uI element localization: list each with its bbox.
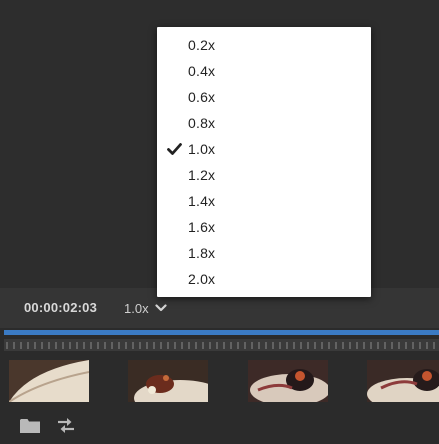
chevron-down-icon — [154, 304, 167, 312]
speed-option-2.0x[interactable]: 2.0x — [157, 266, 371, 292]
speed-option-label: 1.8x — [188, 245, 216, 261]
checkmark-icon — [167, 142, 182, 160]
speed-option-0.8x[interactable]: 0.8x — [157, 110, 371, 136]
timeline-thumbnail[interactable] — [9, 360, 89, 402]
playback-speed-label: 1.0x — [124, 300, 149, 316]
playback-speed-dropdown[interactable]: 1.0x — [124, 299, 167, 317]
video-editor-panel: 00:00:02:03 1.0x 0.2x 0.4x 0.6x 0.8x 1.0… — [0, 0, 439, 444]
speed-option-label: 1.0x — [188, 141, 216, 157]
timeline-thumbnail-strip[interactable] — [0, 355, 439, 407]
folder-icon[interactable] — [20, 418, 40, 438]
speed-option-1.0x[interactable]: 1.0x — [157, 136, 371, 162]
speed-option-label: 0.2x — [188, 37, 216, 53]
speed-option-1.2x[interactable]: 1.2x — [157, 162, 371, 188]
speed-option-label: 0.8x — [188, 115, 216, 131]
timecode-display: 00:00:02:03 — [24, 300, 98, 315]
speed-option-0.2x[interactable]: 0.2x — [157, 32, 371, 58]
speed-option-label: 0.6x — [188, 89, 216, 105]
speed-option-1.8x[interactable]: 1.8x — [157, 240, 371, 266]
speed-option-0.6x[interactable]: 0.6x — [157, 84, 371, 110]
timeline-progress-bar[interactable] — [4, 330, 439, 335]
swap-arrows-icon[interactable] — [56, 416, 76, 440]
playback-speed-menu: 0.2x 0.4x 0.6x 0.8x 1.0x 1.2x 1.4x 1.6x — [157, 27, 371, 297]
speed-option-0.4x[interactable]: 0.4x — [157, 58, 371, 84]
timeline-thumbnail[interactable] — [248, 360, 328, 402]
speed-option-1.4x[interactable]: 1.4x — [157, 188, 371, 214]
speed-option-label: 2.0x — [188, 271, 216, 287]
speed-option-label: 1.2x — [188, 167, 216, 183]
speed-option-label: 1.4x — [188, 193, 216, 209]
timeline-ruler[interactable] — [4, 339, 439, 351]
speed-option-label: 1.6x — [188, 219, 216, 235]
timeline-thumbnail[interactable] — [367, 360, 439, 402]
speed-option-1.6x[interactable]: 1.6x — [157, 214, 371, 240]
speed-option-label: 0.4x — [188, 63, 216, 79]
timeline-thumbnail[interactable] — [128, 360, 208, 402]
